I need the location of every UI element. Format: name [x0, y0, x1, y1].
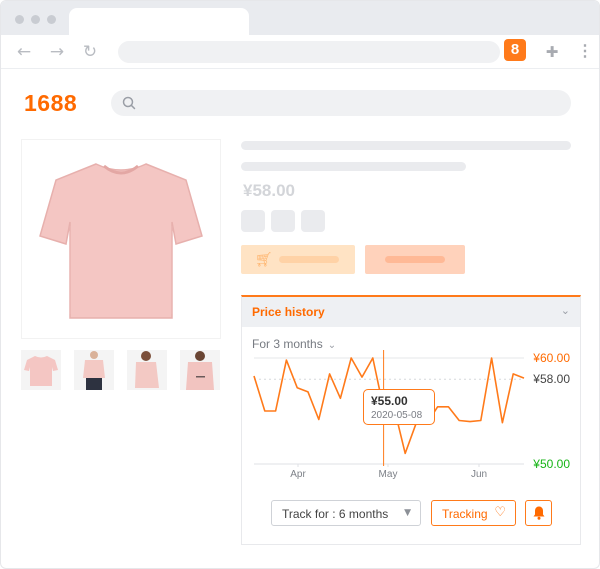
price-tooltip: ¥55.00 2020-05-08 — [363, 389, 435, 425]
y-axis-label: ¥60.00 — [532, 351, 570, 365]
y-axis-label: ¥50.00 — [532, 457, 570, 471]
kebab-menu-icon[interactable]: ⋮ — [577, 43, 593, 61]
window-dot[interactable] — [47, 15, 56, 24]
variant-option[interactable] — [241, 210, 265, 232]
track-duration-label: Track for : 6 months — [282, 507, 389, 521]
search-input[interactable] — [111, 90, 571, 116]
product-price: ¥58.00 — [243, 181, 295, 200]
extension-badge-icon[interactable]: 8 — [504, 39, 526, 61]
browser-toolbar: ← → ↻ 8 ✚ ⋮ — [1, 35, 599, 69]
window-dot[interactable] — [31, 15, 40, 24]
product-main-image[interactable] — [21, 139, 221, 339]
forward-arrow-icon[interactable]: → — [48, 43, 66, 61]
buy-now-button[interactable] — [365, 245, 465, 274]
button-label-placeholder — [279, 256, 339, 263]
product-thumbnail[interactable] — [127, 350, 167, 390]
notification-button[interactable] — [525, 500, 552, 526]
tooltip-date: 2020-05-08 — [371, 410, 423, 421]
heart-icon: ♡ — [494, 505, 506, 520]
search-icon — [122, 96, 136, 110]
variant-option[interactable] — [271, 210, 295, 232]
price-history-panel: Price history ⌄ For 3 months ⌄ ¥60.00 ¥58.… — [241, 295, 581, 545]
x-axis-label: Jun — [471, 469, 487, 480]
reload-icon[interactable]: ↻ — [81, 43, 99, 61]
window-dot[interactable] — [15, 15, 24, 24]
address-bar[interactable] — [118, 41, 500, 63]
subtitle-placeholder — [241, 162, 466, 171]
add-to-cart-button[interactable]: 🛒︎ — [241, 245, 355, 274]
product-thumbnail[interactable] — [74, 350, 114, 390]
tab-bar — [1, 1, 599, 36]
product-thumbnail[interactable] — [180, 350, 220, 390]
bell-icon — [533, 506, 545, 520]
title-placeholder — [241, 141, 571, 150]
browser-tab[interactable] — [69, 8, 249, 36]
cart-icon: 🛒︎ — [255, 252, 273, 268]
pink-tshirt-image — [39, 163, 203, 319]
tooltip-price: ¥55.00 — [371, 394, 408, 408]
back-arrow-icon[interactable]: ← — [15, 43, 33, 61]
variant-option[interactable] — [301, 210, 325, 232]
y-axis-label: ¥58.00 — [532, 372, 570, 386]
button-label-placeholder — [385, 256, 445, 263]
caret-down-icon: ▼ — [404, 508, 411, 518]
x-axis-label: May — [379, 469, 398, 480]
site-logo[interactable]: 1688 — [24, 90, 77, 117]
track-duration-select[interactable]: Track for : 6 months ▼ — [271, 500, 421, 526]
product-thumbnail[interactable] — [21, 350, 61, 390]
x-axis-label: Apr — [290, 469, 306, 480]
browser-window: ← → ↻ 8 ✚ ⋮ 1688 ¥58.00 🛒︎ Price history… — [0, 0, 600, 569]
puzzle-icon[interactable]: ✚ — [543, 43, 561, 61]
tracking-label: Tracking — [442, 507, 488, 521]
tracking-button[interactable]: Tracking ♡ — [431, 500, 516, 526]
